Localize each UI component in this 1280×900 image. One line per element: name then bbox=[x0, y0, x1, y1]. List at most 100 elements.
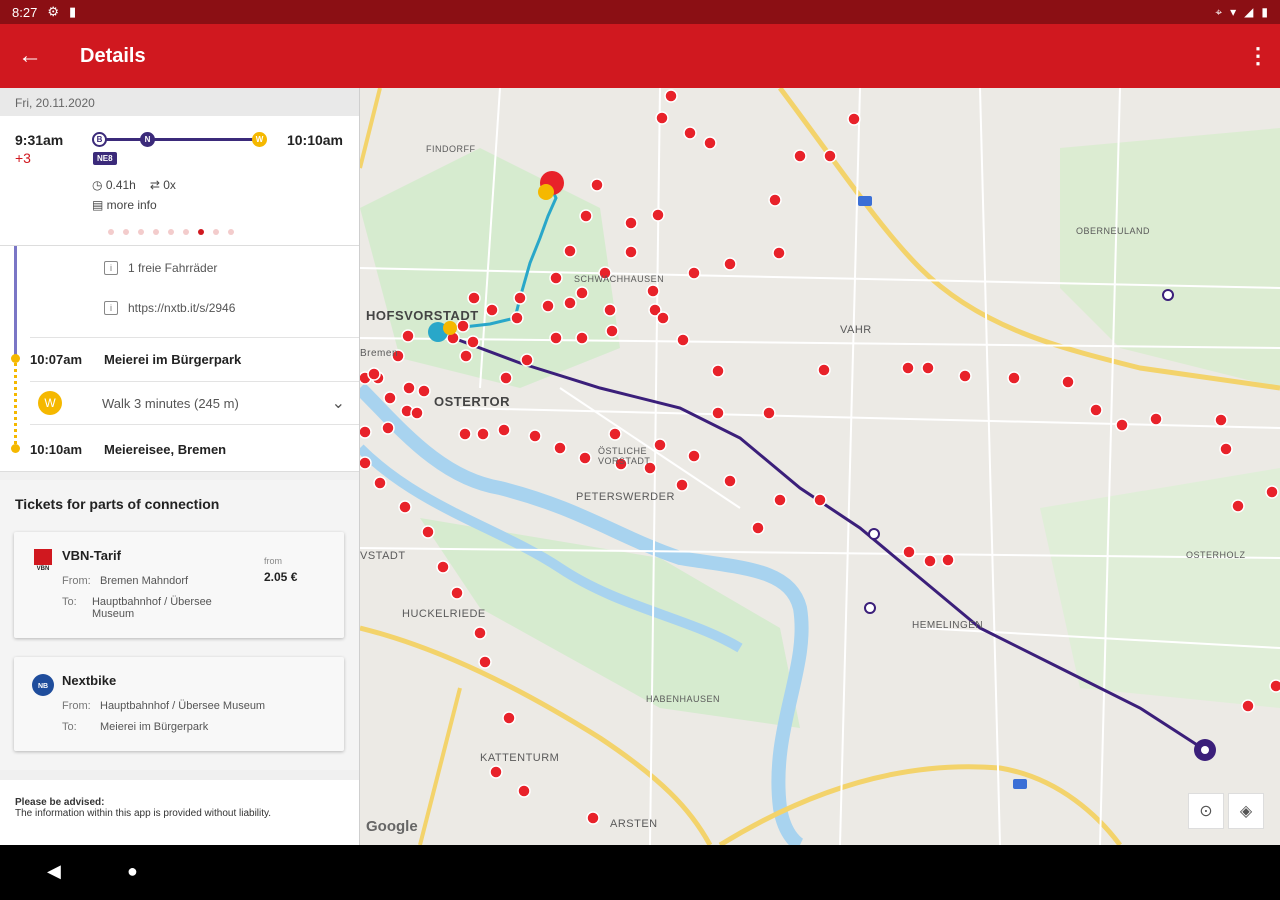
bus-stop-marker[interactable] bbox=[1149, 412, 1163, 426]
bus-stop-marker[interactable] bbox=[563, 296, 577, 310]
bus-stop-marker[interactable] bbox=[513, 291, 527, 305]
bus-stop-marker[interactable] bbox=[624, 245, 638, 259]
chevron-down-icon[interactable]: ⌄ bbox=[332, 393, 345, 413]
more-info-link[interactable]: ▤ more info bbox=[92, 198, 157, 212]
bus-stop-marker[interactable] bbox=[417, 384, 431, 398]
bus-stop-marker[interactable] bbox=[923, 554, 937, 568]
bus-stop-marker[interactable] bbox=[478, 655, 492, 669]
bus-stop-marker[interactable] bbox=[499, 371, 513, 385]
bus-stop-marker[interactable] bbox=[1231, 499, 1245, 513]
bus-stop-marker[interactable] bbox=[941, 553, 955, 567]
bus-stop-marker[interactable] bbox=[502, 711, 516, 725]
bus-stop-marker[interactable] bbox=[367, 367, 381, 381]
walk-row[interactable]: W Walk 3 minutes (245 m) ⌄ bbox=[30, 383, 345, 423]
bus-stop-marker[interactable] bbox=[466, 335, 480, 349]
bus-stop-marker[interactable] bbox=[608, 427, 622, 441]
bus-stop-marker[interactable] bbox=[1007, 371, 1021, 385]
bus-stop-marker[interactable] bbox=[563, 244, 577, 258]
bus-stop-marker[interactable] bbox=[467, 291, 481, 305]
bus-stop-marker[interactable] bbox=[373, 476, 387, 490]
bus-stop-marker[interactable] bbox=[497, 423, 511, 437]
bus-stop-marker[interactable] bbox=[687, 266, 701, 280]
bus-stop-marker[interactable] bbox=[1265, 485, 1279, 499]
bus-stop-marker[interactable] bbox=[410, 406, 424, 420]
bus-stop-marker[interactable] bbox=[1241, 699, 1255, 713]
bus-stop-marker[interactable] bbox=[575, 286, 589, 300]
bus-stop-marker[interactable] bbox=[793, 149, 807, 163]
overflow-menu-button[interactable]: ⋮ bbox=[1236, 34, 1280, 78]
bus-stop-marker[interactable] bbox=[651, 208, 665, 222]
bus-stop-marker[interactable] bbox=[458, 427, 472, 441]
bus-stop-marker[interactable] bbox=[489, 765, 503, 779]
bus-stop-marker[interactable] bbox=[541, 299, 555, 313]
bus-stop-marker[interactable] bbox=[1115, 418, 1129, 432]
bus-stop-marker[interactable] bbox=[383, 391, 397, 405]
bus-stop-marker[interactable] bbox=[751, 521, 765, 535]
nav-back-icon[interactable]: ◀ bbox=[47, 861, 61, 882]
ticket-card[interactable]: VBN VBN-Tarif From: Bremen Mahndorf To: Ha… bbox=[14, 532, 344, 638]
route-map[interactable]: FINDORFF SCHWACHHAUSEN HOFSVORSTADT VAHR… bbox=[360, 88, 1280, 845]
bus-stop-marker[interactable] bbox=[421, 525, 435, 539]
bus-stop-marker[interactable] bbox=[553, 441, 567, 455]
bus-stop-marker[interactable] bbox=[762, 406, 776, 420]
bus-stop-marker[interactable] bbox=[1089, 403, 1103, 417]
bus-stop-marker[interactable] bbox=[450, 586, 464, 600]
bus-stop-marker[interactable] bbox=[360, 425, 372, 439]
bus-stop-marker[interactable] bbox=[646, 284, 660, 298]
bus-stop-marker[interactable] bbox=[590, 178, 604, 192]
bus-stop-marker[interactable] bbox=[459, 349, 473, 363]
bus-stop-marker[interactable] bbox=[683, 126, 697, 140]
bus-stop-marker[interactable] bbox=[901, 361, 915, 375]
bus-stop-marker[interactable] bbox=[921, 361, 935, 375]
bus-stop-marker[interactable] bbox=[517, 784, 531, 798]
info-link[interactable]: https://nxtb.it/s/2946 bbox=[128, 301, 235, 315]
bus-stop-marker[interactable] bbox=[398, 500, 412, 514]
layers-button[interactable]: ◈ bbox=[1228, 793, 1264, 829]
bus-stop-marker[interactable] bbox=[723, 474, 737, 488]
bus-stop-marker[interactable] bbox=[687, 449, 701, 463]
bus-stop-marker[interactable] bbox=[768, 193, 782, 207]
ticket-card[interactable]: NB Nextbike From: Hauptbahnhof / Übersee … bbox=[14, 657, 344, 751]
bus-stop-marker[interactable] bbox=[711, 364, 725, 378]
bus-stop-marker[interactable] bbox=[711, 406, 725, 420]
map-canvas[interactable] bbox=[360, 88, 1280, 845]
bus-stop-marker[interactable] bbox=[656, 311, 670, 325]
bus-stop-marker[interactable] bbox=[578, 451, 592, 465]
bus-stop-marker[interactable] bbox=[773, 493, 787, 507]
bus-stop-marker[interactable] bbox=[723, 257, 737, 271]
bus-stop-marker[interactable] bbox=[1219, 442, 1233, 456]
bus-stop-marker[interactable] bbox=[958, 369, 972, 383]
bus-stop-marker[interactable] bbox=[772, 246, 786, 260]
bus-stop-marker[interactable] bbox=[549, 331, 563, 345]
bus-stop-marker[interactable] bbox=[579, 209, 593, 223]
bus-stop-marker[interactable] bbox=[485, 303, 499, 317]
bus-stop-marker[interactable] bbox=[402, 381, 416, 395]
bus-stop-marker[interactable] bbox=[675, 478, 689, 492]
bus-stop-marker[interactable] bbox=[473, 626, 487, 640]
bus-stop-marker[interactable] bbox=[817, 363, 831, 377]
bus-stop-marker[interactable] bbox=[603, 303, 617, 317]
bus-stop-marker[interactable] bbox=[624, 216, 638, 230]
my-location-button[interactable]: ⊙ bbox=[1188, 793, 1224, 829]
bus-stop-marker[interactable] bbox=[1061, 375, 1075, 389]
bus-stop-marker[interactable] bbox=[1269, 679, 1280, 693]
back-button[interactable]: ← bbox=[2, 28, 58, 84]
bus-stop-marker[interactable] bbox=[813, 493, 827, 507]
bus-stop-marker[interactable] bbox=[676, 333, 690, 347]
bus-stop-marker[interactable] bbox=[575, 331, 589, 345]
bus-stop-marker[interactable] bbox=[655, 111, 669, 125]
bus-stop-marker[interactable] bbox=[902, 545, 916, 559]
bus-stop-marker[interactable] bbox=[549, 271, 563, 285]
bus-stop-marker[interactable] bbox=[528, 429, 542, 443]
bus-stop-marker[interactable] bbox=[401, 329, 415, 343]
bus-stop-marker[interactable] bbox=[476, 427, 490, 441]
bus-stop-marker[interactable] bbox=[381, 421, 395, 435]
walk-marker[interactable] bbox=[443, 321, 457, 335]
bus-stop-marker[interactable] bbox=[510, 311, 524, 325]
tram-stop-marker[interactable] bbox=[1162, 289, 1174, 301]
bus-stop-marker[interactable] bbox=[520, 353, 534, 367]
bus-stop-marker[interactable] bbox=[823, 149, 837, 163]
connection-summary[interactable]: 9:31am +3 B N W NE8 10:10am ◷ 0.41h ⇄ 0x… bbox=[0, 116, 359, 246]
nav-home-icon[interactable]: ● bbox=[127, 861, 138, 882]
bus-stop-marker[interactable] bbox=[605, 324, 619, 338]
